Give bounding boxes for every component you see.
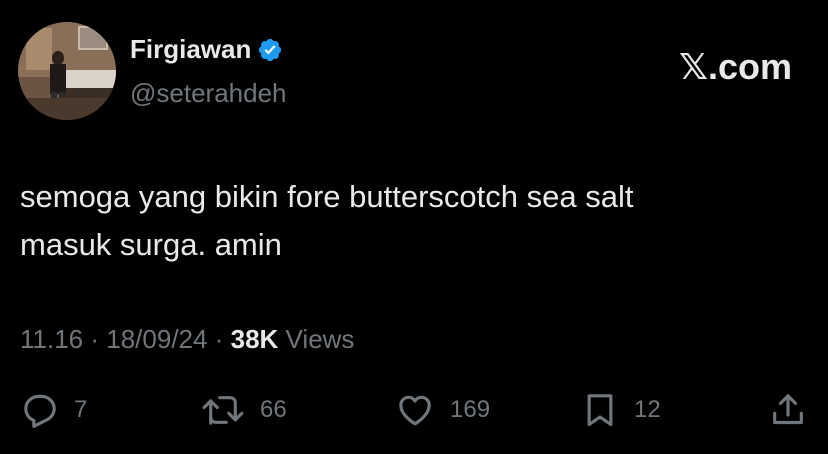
meta-separator: · bbox=[90, 324, 107, 354]
bookmark-icon bbox=[580, 390, 620, 430]
like-count: 169 bbox=[450, 396, 491, 423]
author-display-name-row[interactable]: Firgiawan bbox=[130, 34, 283, 65]
share-icon bbox=[768, 390, 808, 430]
reply-button[interactable]: 7 bbox=[20, 388, 87, 432]
views-label[interactable]: Views bbox=[286, 324, 355, 354]
tweet-meta: 11.16 · 18/09/24 · 38K Views bbox=[20, 324, 354, 355]
repost-icon bbox=[200, 390, 246, 430]
author-display-name[interactable]: Firgiawan bbox=[130, 34, 251, 65]
bookmark-count: 12 bbox=[634, 396, 661, 423]
share-button[interactable] bbox=[768, 388, 808, 432]
x-com-logo: 𝕏.com bbox=[678, 46, 792, 87]
tweet-text-line: masuk surga. amin bbox=[20, 227, 282, 262]
author-handle[interactable]: @seterahdeh bbox=[130, 78, 287, 109]
action-bar: 7 66 169 12 bbox=[0, 388, 828, 432]
repost-button[interactable]: 66 bbox=[200, 388, 287, 432]
bookmark-button[interactable]: 12 bbox=[580, 388, 661, 432]
tweet-time[interactable]: 11.16 bbox=[20, 324, 83, 354]
tweet-text: semoga yang bikin fore butterscotch sea … bbox=[20, 173, 810, 269]
repost-count: 66 bbox=[260, 396, 287, 423]
tweet-date[interactable]: 18/09/24 bbox=[106, 324, 207, 354]
tweet-text-line: semoga yang bikin fore butterscotch sea … bbox=[20, 179, 634, 214]
meta-separator: · bbox=[214, 324, 231, 354]
verified-badge-icon bbox=[257, 37, 283, 63]
reply-count: 7 bbox=[74, 396, 88, 423]
heart-icon bbox=[394, 390, 436, 430]
views-count[interactable]: 38K bbox=[231, 324, 279, 354]
avatar[interactable] bbox=[18, 22, 116, 120]
like-button[interactable]: 169 bbox=[394, 388, 490, 432]
reply-icon bbox=[20, 390, 60, 430]
